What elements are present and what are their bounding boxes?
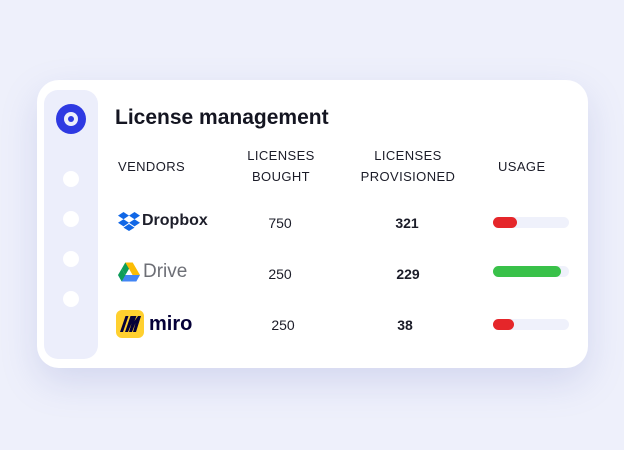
table-row-vendor[interactable]: Dropbox — [118, 211, 208, 231]
rail-item-icon[interactable] — [63, 291, 79, 307]
column-header-line: PROVISIONED — [360, 169, 456, 184]
miro-icon — [116, 310, 144, 338]
rail-item-icon[interactable] — [63, 171, 79, 187]
table-row-vendor[interactable]: miro — [116, 310, 192, 338]
usage-bar-fill — [493, 266, 562, 277]
column-header-line: BOUGHT — [251, 169, 310, 184]
column-header-bought: LICENSES BOUGHT — [236, 145, 326, 187]
google-drive-icon — [118, 262, 140, 282]
vendor-name: Dropbox — [142, 212, 208, 229]
column-header-provisioned: LICENSES PROVISIONED — [356, 145, 460, 187]
licenses-bought: 750 — [268, 215, 292, 231]
licenses-provisioned: 321 — [395, 215, 419, 231]
rail-item-icon[interactable] — [63, 211, 79, 227]
column-header-vendors: VENDORS — [118, 159, 186, 174]
vendor-name: miro — [149, 312, 193, 335]
vendor-name: Drive — [143, 261, 188, 282]
licenses-bought: 250 — [268, 266, 292, 282]
column-header-line: LICENSES — [247, 148, 315, 163]
usage-bar-fill — [493, 319, 514, 330]
licenses-provisioned: 38 — [397, 317, 413, 333]
usage-bar — [493, 217, 569, 228]
usage-bar — [493, 319, 569, 330]
dropbox-icon — [118, 212, 140, 231]
page-title: License management — [115, 106, 329, 129]
usage-bar — [493, 266, 569, 277]
table-row-vendor[interactable]: Drive — [118, 261, 187, 283]
rail-item-icon[interactable] — [63, 251, 79, 267]
licenses-provisioned: 229 — [396, 266, 420, 282]
licenses-bought: 250 — [271, 317, 295, 333]
rail-active-item-icon[interactable] — [56, 104, 86, 134]
usage-bar-fill — [493, 217, 518, 228]
column-header-usage: USAGE — [498, 159, 546, 174]
column-header-line: LICENSES — [374, 148, 442, 163]
